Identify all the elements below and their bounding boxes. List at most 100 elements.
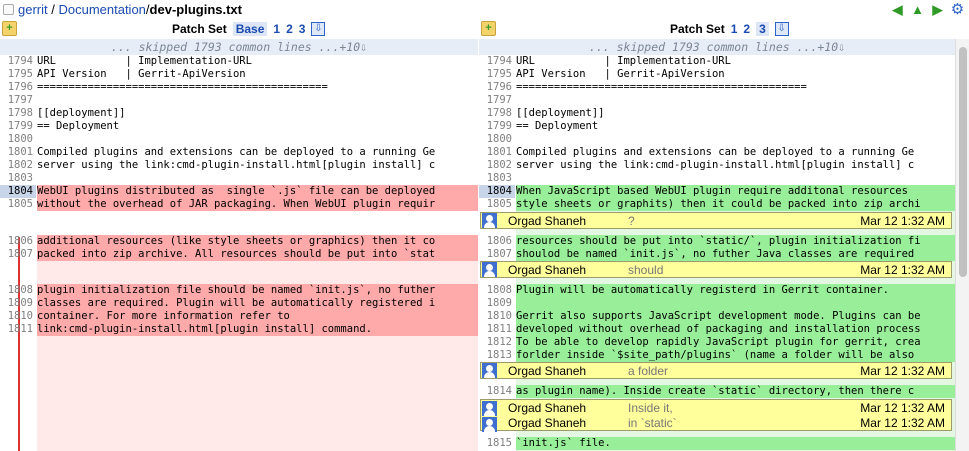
patchset-3-link[interactable]: 3 <box>756 22 769 36</box>
code-line: ========================================… <box>37 81 328 93</box>
arrow-up-icon[interactable]: ▲ <box>909 1 926 18</box>
patchset-2-link[interactable]: 2 <box>743 22 750 36</box>
line-number: 1799 <box>486 120 512 132</box>
comment-bar[interactable]: Orgad Shaneh ? Mar 12 1:32 AM <box>480 212 952 229</box>
inserted-line: style sheets or graphits) then it could … <box>516 198 955 211</box>
download-icon[interactable]: ⇩ <box>774 22 789 36</box>
inserted-line <box>516 297 955 310</box>
patchset-1-link[interactable]: 1 <box>731 22 738 36</box>
breadcrumb-project-link[interactable]: gerrit <box>18 2 48 17</box>
line-number: 1805 <box>486 198 512 210</box>
patchset-1-link[interactable]: 1 <box>273 22 280 36</box>
code-line: Compiled plugins and extensions can be d… <box>37 146 436 158</box>
line-number: 1805 <box>7 198 33 210</box>
line-number: 1796 <box>486 81 512 93</box>
line-number-current[interactable]: 1804 <box>0 185 36 198</box>
code-line: API Version | Gerrit-ApiVersion <box>37 68 246 80</box>
comment-date: Mar 12 1:32 AM <box>860 363 945 378</box>
avatar-stack <box>482 401 497 433</box>
avatar-icon <box>482 417 497 432</box>
code-line: == Deployment <box>516 120 599 132</box>
line-number: 1800 <box>486 133 512 145</box>
comment-message: a folder <box>628 363 669 378</box>
code-line: URL | Implementation-URL <box>37 55 252 67</box>
line-number: 1808 <box>7 284 33 296</box>
line-number: 1810 <box>486 310 512 322</box>
code-line: API Version | Gerrit-ApiVersion <box>516 68 725 80</box>
inserted-line: `init.js` file. <box>516 437 955 450</box>
deleted-line: packed into zip archive. All resources s… <box>37 248 478 261</box>
code-line: URL | Implementation-URL <box>516 55 731 67</box>
comment-thread[interactable]: Orgad Shaneh Orgad Shaneh Inside it, in … <box>480 399 952 433</box>
add-file-comment-icon-right[interactable]: + <box>481 21 496 36</box>
skipped-lines-bar-left[interactable]: ... skipped 1793 common lines ...+10⇩ <box>0 39 478 55</box>
reviewed-checkbox[interactable] <box>3 4 14 15</box>
avatar-icon <box>482 363 497 378</box>
line-number: 1811 <box>486 323 512 335</box>
inserted-line: developed without overhead of packaging … <box>516 323 955 336</box>
comment-date: Mar 12 1:32 AM <box>860 262 945 277</box>
scrollbar-thumb[interactable] <box>959 47 967 277</box>
gear-icon[interactable]: ⚙ <box>949 1 966 18</box>
line-number: 1796 <box>7 81 33 93</box>
comment-bar[interactable]: Orgad Shaneh should Mar 12 1:32 AM <box>480 261 952 278</box>
avatar-icon <box>482 213 497 228</box>
deleted-gutter-line <box>18 237 20 451</box>
left-patchset-header: Patch Set Base 1 2 3 ⇩ <box>172 19 326 39</box>
file-name: dev-plugins.txt <box>149 2 242 17</box>
code-line: [[deployment]] <box>37 107 126 119</box>
line-number: 1806 <box>7 235 33 247</box>
add-file-comment-icon-left[interactable]: + <box>2 21 17 36</box>
line-number: 1795 <box>7 68 33 80</box>
vertical-scrollbar[interactable] <box>955 39 969 451</box>
arrow-left-icon[interactable]: ◀ <box>889 1 906 18</box>
skipped-lines-bar-right[interactable]: ... skipped 1793 common lines ...+10⇩ <box>479 39 955 55</box>
comment-author: Orgad Shaneh <box>508 213 587 228</box>
left-diff-pane: 1794 URL | Implementation-URL 1795 API V… <box>0 55 478 451</box>
breadcrumb-dir-link[interactable]: Documentation <box>58 2 145 17</box>
comment-message: Inside it, <box>628 401 673 415</box>
comment-date: Mar 12 1:32 AM <box>860 213 945 228</box>
line-number: 1814 <box>486 385 512 397</box>
line-number-current[interactable]: 1804 <box>479 185 515 198</box>
comment-author: Orgad Shaneh <box>508 416 587 430</box>
line-number: 1801 <box>486 146 512 158</box>
line-number: 1797 <box>7 94 33 106</box>
line-number: 1806 <box>486 235 512 247</box>
inserted-line: To be able to develop rapidly JavaScript… <box>516 336 955 349</box>
line-number: 1797 <box>486 94 512 106</box>
comment-authors: Orgad Shaneh Orgad Shaneh <box>508 401 628 431</box>
code-line: Compiled plugins and extensions can be d… <box>516 146 915 158</box>
patchset-3-link[interactable]: 3 <box>299 22 306 36</box>
line-number: 1794 <box>486 55 512 67</box>
inserted-line: shoulod be named `init.js`, no futher Ja… <box>516 248 955 261</box>
comment-bar[interactable]: Orgad Shaneh a folder Mar 12 1:32 AM <box>480 362 952 379</box>
line-number: 1799 <box>7 120 33 132</box>
comment-author: Orgad Shaneh <box>508 401 587 415</box>
line-number: 1794 <box>7 55 33 67</box>
inserted-line: forlder inside `$site_path/plugins` (nam… <box>516 349 955 362</box>
comment-messages: Inside it, in `static` <box>628 401 860 431</box>
nav-icons: ◀ ▲ ▶ ⚙ <box>889 1 966 18</box>
line-number: 1811 <box>7 323 33 335</box>
inserted-line: resources should be put into `static/`, … <box>516 235 955 248</box>
code-line: server using the link:cmd-plugin-install… <box>516 159 915 171</box>
line-number: 1801 <box>7 146 33 158</box>
deleted-line: without the overhead of JAR packaging. W… <box>37 198 478 211</box>
arrow-right-icon[interactable]: ▶ <box>929 1 946 18</box>
line-number: 1800 <box>7 133 33 145</box>
patchset-2-link[interactable]: 2 <box>286 22 293 36</box>
avatar-icon <box>482 262 497 277</box>
download-icon[interactable]: ⇩ <box>311 22 326 36</box>
patchset-base-link[interactable]: Base <box>232 22 268 36</box>
patchset-label: Patch Set <box>670 22 725 36</box>
deleted-region-bg <box>37 237 478 451</box>
comment-date: Mar 12 1:32 AM <box>860 416 945 430</box>
inserted-line: Plugin will be automatically registerd i… <box>516 284 955 297</box>
